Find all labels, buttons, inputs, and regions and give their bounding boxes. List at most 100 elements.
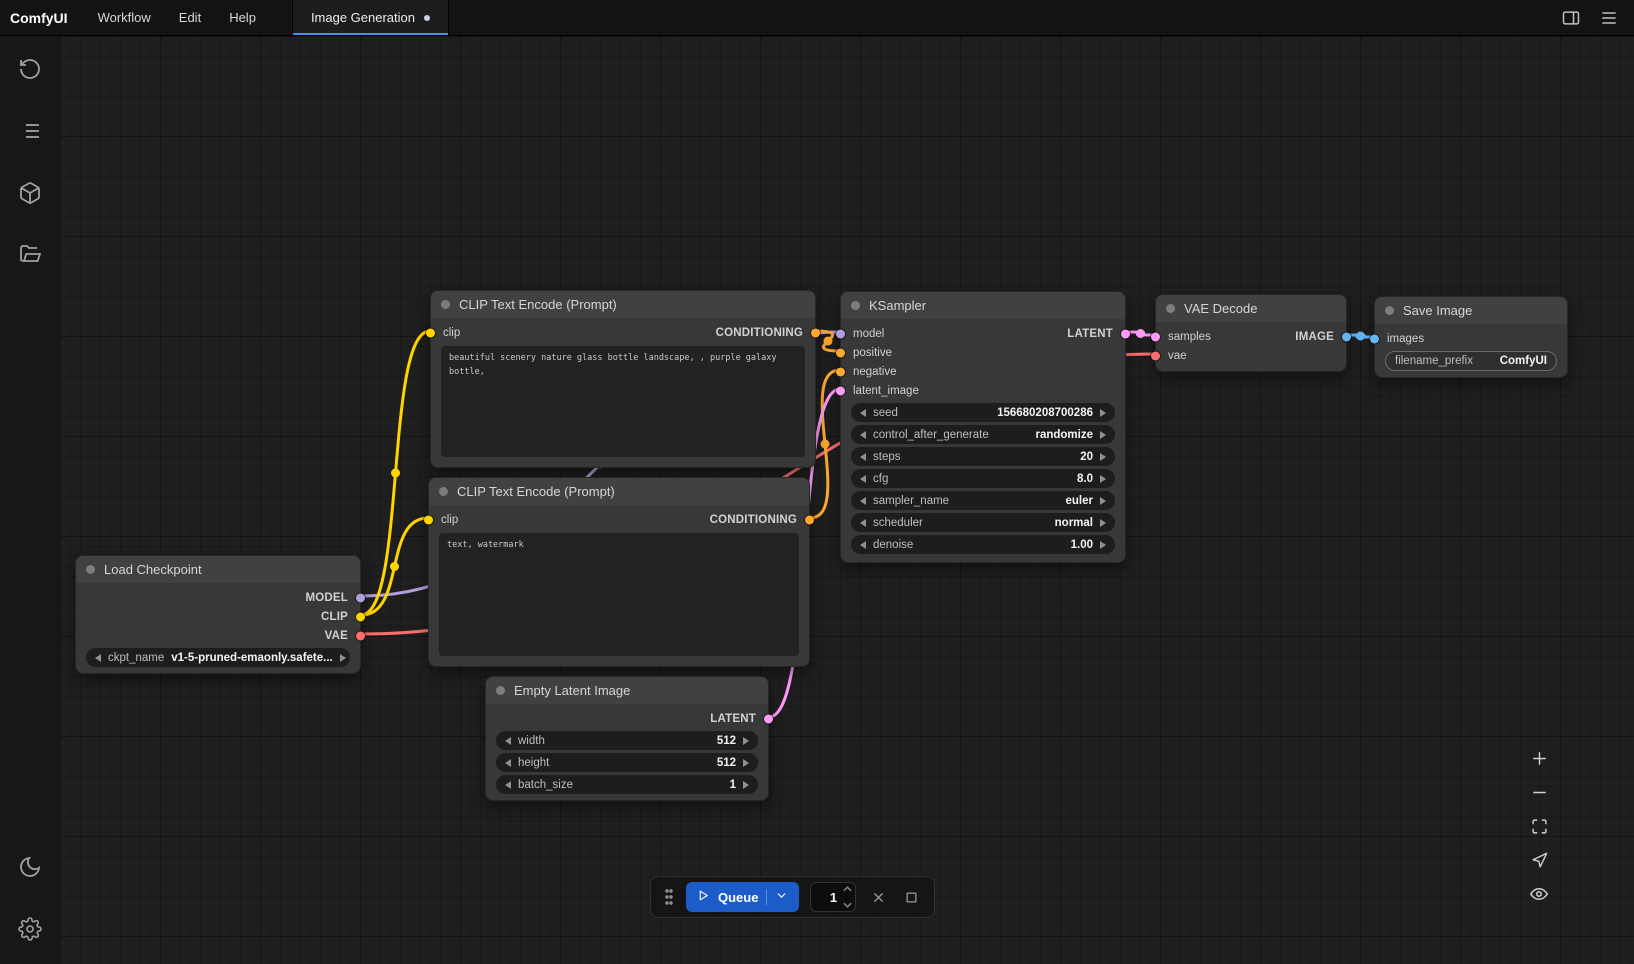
wire-midpoint-dot[interactable] <box>824 337 833 346</box>
collapse-dot-icon[interactable] <box>441 300 450 309</box>
node-vae-decode[interactable]: VAE Decode samples IMAGE vae <box>1155 294 1347 372</box>
port-vae-output[interactable] <box>356 631 365 640</box>
decrement-arrow-icon[interactable] <box>95 654 101 662</box>
increment-arrow-icon[interactable] <box>1100 409 1106 417</box>
workflows-folder-icon[interactable] <box>13 238 47 272</box>
panel-toggle-icon[interactable] <box>1560 7 1582 29</box>
settings-icon[interactable] <box>13 912 47 946</box>
port-latent-image-input[interactable] <box>836 386 845 395</box>
port-latent-output[interactable] <box>1121 329 1130 338</box>
collapse-dot-icon[interactable] <box>1385 306 1394 315</box>
decrement-arrow-icon[interactable] <box>860 475 866 483</box>
increment-arrow-icon[interactable] <box>743 737 749 745</box>
increment-arrow-icon[interactable] <box>1100 519 1106 527</box>
theme-toggle-icon[interactable] <box>13 850 47 884</box>
drag-handle-icon[interactable] <box>663 886 675 908</box>
port-images-input[interactable] <box>1370 334 1379 343</box>
decrement-arrow-icon[interactable] <box>860 431 866 439</box>
collapse-dot-icon[interactable] <box>439 487 448 496</box>
widget-scheduler[interactable]: scheduler normal <box>851 513 1115 532</box>
model-library-icon[interactable] <box>13 176 47 210</box>
clear-queue-icon[interactable] <box>867 886 889 908</box>
node-empty-latent-image[interactable]: Empty Latent Image LATENT width 512 heig… <box>485 676 769 801</box>
wire-midpoint-dot[interactable] <box>390 562 399 571</box>
increment-arrow-icon[interactable] <box>1100 453 1106 461</box>
stepper-up-icon[interactable] <box>843 886 852 892</box>
stop-icon[interactable] <box>900 886 922 908</box>
zoom-in-icon[interactable] <box>1522 741 1556 775</box>
decrement-arrow-icon[interactable] <box>505 759 511 767</box>
collapse-dot-icon[interactable] <box>1166 304 1175 313</box>
decrement-arrow-icon[interactable] <box>860 541 866 549</box>
chevron-down-icon[interactable] <box>775 889 788 905</box>
widget-steps[interactable]: steps 20 <box>851 447 1115 466</box>
node-header[interactable]: KSampler <box>841 292 1125 319</box>
queue-button[interactable]: Queue <box>686 882 799 912</box>
widget-denoise[interactable]: denoise 1.00 <box>851 535 1115 554</box>
widget-cfg[interactable]: cfg 8.0 <box>851 469 1115 488</box>
visibility-icon[interactable] <box>1522 877 1556 911</box>
port-samples-input[interactable] <box>1151 332 1160 341</box>
wire-midpoint-dot[interactable] <box>391 469 400 478</box>
fit-view-icon[interactable] <box>1522 809 1556 843</box>
port-conditioning-output[interactable] <box>805 515 814 524</box>
widget-width[interactable]: width 512 <box>496 731 758 750</box>
node-save-image[interactable]: Save Image images filename_prefix ComfyU… <box>1374 296 1568 378</box>
queue-icon[interactable] <box>13 114 47 148</box>
increment-arrow-icon[interactable] <box>1100 431 1106 439</box>
port-clip-output[interactable] <box>356 612 365 621</box>
wire-midpoint-dot[interactable] <box>1136 329 1145 338</box>
increment-arrow-icon[interactable] <box>1100 541 1106 549</box>
zoom-out-icon[interactable] <box>1522 775 1556 809</box>
app-logo[interactable]: ComfyUI <box>0 10 84 26</box>
prompt-textarea[interactable]: text, watermark <box>439 533 799 656</box>
port-vae-input[interactable] <box>1151 351 1160 360</box>
menu-icon[interactable] <box>1598 7 1620 29</box>
increment-arrow-icon[interactable] <box>743 759 749 767</box>
widget-batch-size[interactable]: batch_size 1 <box>496 775 758 794</box>
menu-edit[interactable]: Edit <box>165 0 215 35</box>
port-model-input[interactable] <box>836 329 845 338</box>
increment-arrow-icon[interactable] <box>1100 475 1106 483</box>
wire-midpoint-dot[interactable] <box>821 440 830 449</box>
tab-image-generation[interactable]: Image Generation <box>292 0 449 35</box>
node-ksampler[interactable]: KSampler model LATENT positive negative … <box>840 291 1126 563</box>
port-latent-output[interactable] <box>764 714 773 723</box>
increment-arrow-icon[interactable] <box>743 781 749 789</box>
decrement-arrow-icon[interactable] <box>505 781 511 789</box>
decrement-arrow-icon[interactable] <box>505 737 511 745</box>
menu-workflow[interactable]: Workflow <box>84 0 165 35</box>
menu-help[interactable]: Help <box>215 0 270 35</box>
port-positive-input[interactable] <box>836 348 845 357</box>
port-clip-input[interactable] <box>424 515 433 524</box>
increment-arrow-icon[interactable] <box>340 654 346 662</box>
widget-sampler-name[interactable]: sampler_name euler <box>851 491 1115 510</box>
node-clip-text-encode-positive[interactable]: CLIP Text Encode (Prompt) clip CONDITION… <box>430 290 816 468</box>
increment-arrow-icon[interactable] <box>1100 497 1106 505</box>
port-clip-input[interactable] <box>426 328 435 337</box>
batch-count-input[interactable]: 1 <box>810 882 856 912</box>
port-conditioning-output[interactable] <box>811 328 820 337</box>
node-header[interactable]: Empty Latent Image <box>486 677 768 704</box>
prompt-textarea[interactable]: beautiful scenery nature glass bottle la… <box>441 346 805 457</box>
widget-control-after-generate[interactable]: control_after_generate randomize <box>851 425 1115 444</box>
decrement-arrow-icon[interactable] <box>860 453 866 461</box>
decrement-arrow-icon[interactable] <box>860 519 866 527</box>
workflow-history-icon[interactable] <box>13 52 47 86</box>
node-header[interactable]: VAE Decode <box>1156 295 1346 322</box>
stepper-down-icon[interactable] <box>843 902 852 908</box>
node-graph-canvas[interactable]: Load Checkpoint MODEL CLIP VAE ckpt_name… <box>60 36 1634 964</box>
node-header[interactable]: CLIP Text Encode (Prompt) <box>431 291 815 318</box>
wire-midpoint-dot[interactable] <box>1356 332 1365 341</box>
node-header[interactable]: Load Checkpoint <box>76 556 360 583</box>
port-model-output[interactable] <box>356 593 365 602</box>
collapse-dot-icon[interactable] <box>496 686 505 695</box>
widget-filename-prefix[interactable]: filename_prefix ComfyUI <box>1385 351 1557 371</box>
collapse-dot-icon[interactable] <box>851 301 860 310</box>
port-negative-input[interactable] <box>836 367 845 376</box>
decrement-arrow-icon[interactable] <box>860 497 866 505</box>
widget-seed[interactable]: seed 156680208700286 <box>851 403 1115 422</box>
widget-height[interactable]: height 512 <box>496 753 758 772</box>
decrement-arrow-icon[interactable] <box>860 409 866 417</box>
pan-mode-icon[interactable] <box>1522 843 1556 877</box>
